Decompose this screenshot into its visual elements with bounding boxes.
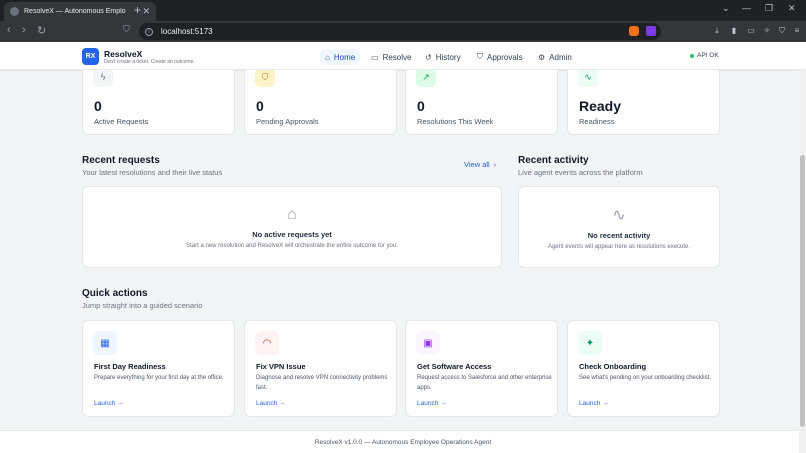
sidebar-icon[interactable]: ▮	[729, 26, 739, 36]
activity-icon: ∿	[612, 206, 626, 224]
briefcase-icon: ▣	[416, 331, 440, 355]
brave-shield-icon[interactable]	[629, 26, 639, 36]
launch-link[interactable]: Launch →	[256, 400, 286, 407]
shield-icon: ⛉	[255, 67, 275, 87]
quick-action-description: Prepare everything for your first day at…	[94, 375, 224, 381]
forward-icon[interactable]: ›	[22, 24, 26, 36]
address-bar[interactable]: i localhost:5173	[139, 23, 661, 40]
bolt-icon: ϟ	[93, 67, 113, 87]
empty-title: No recent activity	[587, 230, 651, 240]
recent-activity-empty: ∿ No recent activity Agent events will a…	[518, 186, 720, 268]
favicon-icon	[10, 7, 19, 16]
stat-value: 0	[256, 98, 264, 114]
nav-history[interactable]: ↺ History	[420, 49, 466, 65]
quick-action-description: Request access to Salesforce and other e…	[417, 375, 552, 391]
quick-action-description: Diagnose and resolve VPN connectivity pr…	[256, 375, 388, 391]
calendar-icon: ▦	[93, 331, 117, 355]
nav-resolve-label: Resolve	[382, 52, 412, 62]
nav-home[interactable]: ⌂ Home	[320, 49, 361, 65]
app-tagline: Don't create a ticket. Create an outcome…	[104, 59, 195, 65]
history-icon: ↺	[425, 52, 432, 62]
nav-admin[interactable]: ⚙ Admin	[533, 49, 577, 65]
chat-icon: ▭	[371, 52, 379, 62]
sparkles-icon: ✦	[578, 331, 602, 355]
quick-action-fix-vpn[interactable]: ◠ Fix VPN Issue Diagnose and resolve VPN…	[244, 320, 397, 417]
stat-card-pending-approvals: ⛉ AWAITING REVIEW 0 Pending Approvals	[244, 60, 397, 135]
quick-action-description: See what's pending on your onboarding ch…	[579, 375, 711, 381]
url-text: localhost:5173	[161, 27, 213, 36]
site-info-icon[interactable]: i	[145, 27, 153, 36]
download-icon[interactable]: ⤓	[712, 26, 722, 36]
back-icon[interactable]: ‹	[7, 24, 11, 36]
recent-activity-subtitle: Live agent events across the platform	[518, 168, 643, 177]
recent-requests-empty: ⌂ No active requests yet Start a new res…	[82, 186, 502, 268]
quick-action-title: Fix VPN Issue	[256, 362, 306, 371]
stat-value: 0	[417, 98, 425, 114]
empty-description: Agent events will appear here as resolut…	[547, 243, 691, 250]
wallet-icon[interactable]: ▭	[746, 26, 756, 36]
launch-link[interactable]: Launch →	[94, 400, 124, 407]
close-window-button[interactable]: ✕	[788, 3, 796, 14]
rewards-icon[interactable]	[646, 26, 656, 36]
empty-description: Start a new resolution and ResolveX will…	[186, 242, 398, 249]
api-status-label: API OK	[697, 52, 719, 59]
stat-value: 0	[94, 98, 102, 114]
api-status: API OK	[690, 52, 719, 59]
recent-activity-title: Recent activity	[518, 155, 589, 166]
chevron-right-icon: ›	[493, 160, 497, 169]
new-tab-button[interactable]: +	[134, 3, 141, 17]
nav-approvals[interactable]: ⛉ Approvals	[472, 49, 528, 65]
recent-requests-subtitle: Your latest resolutions and their live s…	[82, 168, 223, 177]
nav-history-label: History	[435, 52, 461, 62]
nav-home-label: Home	[333, 52, 356, 62]
activity-icon: ∿	[578, 67, 598, 87]
stat-card-resolutions-this-week: ↗ OUTCOMES CREATED 0 Resolutions This We…	[405, 60, 558, 135]
reload-icon[interactable]: ↻	[37, 24, 46, 37]
minimize-button[interactable]: —	[742, 3, 751, 13]
quick-action-title: Get Software Access	[417, 362, 492, 371]
status-dot	[690, 53, 694, 58]
shield-check-icon: ⛉	[477, 52, 483, 61]
quick-action-software-access[interactable]: ▣ Get Software Access Request access to …	[405, 320, 558, 417]
quick-actions-title: Quick actions	[82, 288, 148, 299]
tab-title: ResolveX — Autonomous Emplo	[24, 8, 126, 15]
scrollbar-thumb[interactable]	[800, 155, 805, 427]
quick-actions-subtitle: Jump straight into a guided scenario	[82, 301, 203, 310]
home-icon: ⌂	[325, 52, 330, 62]
tab-close-icon[interactable]: ✕	[142, 6, 150, 17]
quick-action-check-onboarding[interactable]: ✦ Check Onboarding See what's pending on…	[567, 320, 720, 417]
app-name: ResolveX	[104, 49, 143, 59]
tab-search-icon[interactable]: ⌄	[722, 3, 730, 14]
nav-resolve[interactable]: ▭ Resolve	[366, 49, 416, 65]
app-logo[interactable]: RX	[82, 48, 99, 65]
bookmark-icon[interactable]: ⛉	[123, 24, 130, 35]
view-all-link[interactable]: View all ›	[464, 160, 496, 169]
stat-label: Readiness	[579, 117, 615, 126]
stat-label: Active Requests	[94, 117, 149, 126]
quick-action-title: Check Onboarding	[579, 362, 647, 371]
empty-title: No active requests yet	[252, 229, 332, 239]
maximize-button[interactable]: ❐	[765, 3, 773, 14]
quick-action-first-day-readiness[interactable]: ▦ First Day Readiness Prepare everything…	[82, 320, 235, 417]
recent-requests-title: Recent requests	[82, 155, 160, 166]
stat-label: Resolutions This Week	[417, 117, 494, 126]
inbox-icon: ⌂	[287, 205, 297, 223]
stat-value: Ready	[579, 98, 622, 114]
stat-card-active-requests: ϟ LIVE 0 Active Requests	[82, 60, 235, 135]
gear-icon: ⚙	[538, 52, 546, 62]
trending-up-icon: ↗	[416, 67, 436, 87]
stat-label: Pending Approvals	[256, 117, 319, 126]
stat-card-readiness: ∿ NO BLOCKERS Ready Readiness	[567, 60, 720, 135]
footer: ResolveX v1.0.0 — Autonomous Employee Op…	[0, 430, 806, 453]
vpn-icon[interactable]: ⛉	[777, 26, 787, 36]
nav-admin-label: Admin	[549, 52, 572, 62]
launch-link[interactable]: Launch →	[579, 400, 609, 407]
launch-link[interactable]: Launch →	[417, 400, 447, 407]
view-all-label: View all	[464, 160, 490, 169]
nav-approvals-label: Approvals	[487, 52, 523, 62]
extensions-icon[interactable]: ✧	[762, 26, 772, 36]
menu-icon[interactable]: ≡	[792, 26, 802, 36]
wifi-icon: ◠	[255, 331, 279, 355]
quick-action-title: First Day Readiness	[94, 362, 166, 371]
